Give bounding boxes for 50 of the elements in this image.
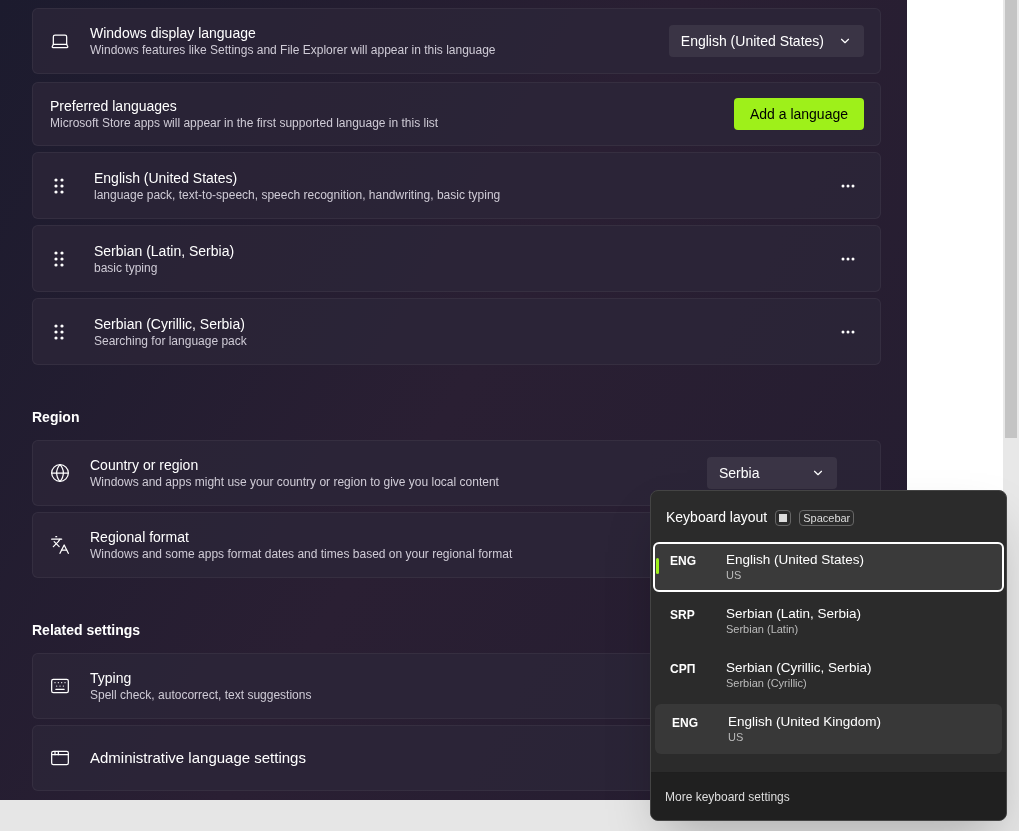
more-icon [841, 329, 855, 334]
setting-title: Serbian (Latin, Serbia) [94, 241, 235, 260]
language-code: SRP [670, 607, 696, 624]
add-language-button[interactable]: Add a language [733, 98, 864, 130]
language-format-icon [50, 535, 70, 555]
setting-description: Spell check, autocorrect, text suggestions [90, 687, 312, 703]
language-row[interactable]: Serbian (Latin, Serbia) basic typing [32, 225, 881, 292]
setting-title: Administrative language settings [90, 748, 306, 768]
setting-title: Typing [90, 669, 133, 687]
setting-description: Windows and some apps format dates and times based on your regional format [90, 546, 513, 562]
setting-title: Windows display language [90, 24, 257, 42]
layout-option[interactable]: ENG English (United States) US [653, 542, 1004, 592]
language-dropdown[interactable]: English (United States) [668, 25, 864, 57]
layout-name: Serbian (Latin) [726, 622, 800, 636]
layout-language: Serbian (Latin, Serbia) [726, 606, 862, 622]
drag-handle-icon[interactable] [54, 250, 64, 267]
layout-option[interactable]: ENG English (United Kingdom) US [655, 704, 1002, 754]
setting-description: language pack, text-to-speech, speech recognition, handwriting, basic typing [94, 186, 501, 203]
layout-name: US [728, 730, 745, 744]
drag-handle-icon[interactable] [54, 323, 64, 340]
setting-title: Serbian (Cyrillic, Serbia) [94, 314, 246, 333]
country-dropdown[interactable]: Serbia [707, 457, 837, 489]
section-heading: Related settings [32, 621, 141, 640]
more-icon [841, 183, 855, 188]
section-heading: Region [32, 408, 80, 427]
setting-title: Preferred languages [50, 97, 178, 115]
language-code: СРП [670, 661, 697, 678]
keyboard-icon [50, 676, 70, 696]
language-row[interactable]: English (United States) language pack, text-to-speech, speech recognition, handwriting, basic typing [32, 152, 881, 219]
layout-language: English (United States) [726, 552, 865, 568]
language-row[interactable]: Serbian (Cyrillic, Serbia) Searching for language pack [32, 298, 881, 365]
more-icon [841, 256, 855, 261]
setting-description: Searching for language pack [94, 332, 247, 349]
layout-language: Serbian (Cyrillic, Serbia) [726, 660, 872, 676]
setting-description: Windows and apps might use your country or region to give you local content [90, 474, 499, 490]
setting-description: Windows features like Settings and File Explorer will appear in this language [90, 42, 496, 58]
key-hint: Spacebar [799, 509, 855, 526]
setting-title: Country or region [90, 456, 200, 474]
windows-key-icon [775, 509, 792, 526]
setting-description: basic typing [94, 259, 159, 276]
drag-handle-icon[interactable] [54, 177, 64, 194]
setting-title: Regional format [90, 528, 190, 546]
setting-description: Microsoft Store apps will appear in the first supported language in this list [50, 115, 439, 131]
layout-name: Serbian (Cyrillic) [726, 676, 808, 690]
layout-option[interactable]: SRP Serbian (Latin, Serbia) Serbian (Latin) [653, 596, 1004, 646]
language-code: ENG [670, 553, 697, 570]
setting-card[interactable]: Country or region Windows and apps might use your country or region to give you local content Serbia [32, 440, 881, 506]
globe-icon [50, 463, 70, 483]
selected-indicator [656, 558, 659, 574]
setting-title: English (United States) [94, 168, 239, 187]
